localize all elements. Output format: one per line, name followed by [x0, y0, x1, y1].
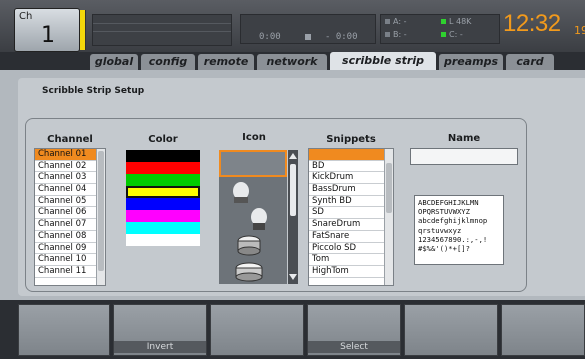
list-item[interactable]: Channel 03 — [35, 172, 105, 185]
invert-button[interactable]: Invert — [113, 304, 207, 356]
list-item[interactable]: FatSnare — [309, 231, 393, 243]
tab-remote[interactable]: remote — [198, 54, 254, 70]
head-icon[interactable] — [219, 177, 287, 204]
status-a: A: - — [393, 17, 407, 26]
channel-display[interactable]: Ch 1 — [14, 8, 80, 52]
status-b: B: - — [393, 30, 407, 39]
list-item[interactable]: Channel 01 — [35, 149, 105, 161]
select-label: Select — [308, 341, 400, 353]
status-c: C: - — [449, 30, 463, 39]
list-item[interactable]: KickDrum — [309, 172, 393, 185]
channel-number: 1 — [41, 23, 55, 48]
scroll-down-icon — [289, 274, 297, 280]
clock-seconds: 19 — [574, 24, 585, 37]
color-swatch-2[interactable] — [126, 174, 200, 186]
channel-label: Ch — [19, 11, 33, 22]
softkey-5[interactable] — [404, 304, 498, 356]
list-item[interactable]: Channel 05 — [35, 196, 105, 208]
color-swatch-4[interactable] — [126, 198, 200, 210]
channel-name-display — [92, 14, 232, 46]
list-item[interactable] — [309, 149, 393, 161]
scroll-up-icon — [289, 153, 297, 159]
charset-line: abcdefghijklmnop — [418, 216, 488, 226]
status-a-indicator — [385, 19, 390, 24]
charset-line: ABCDEFGHIJKLMN — [418, 198, 479, 207]
snippets-scrollbar[interactable] — [384, 149, 393, 285]
list-item[interactable]: HighTom — [309, 266, 393, 278]
scroll-thumb — [290, 164, 296, 216]
blank-icon[interactable] — [219, 150, 287, 177]
list-item[interactable]: Channel 08 — [35, 231, 105, 243]
color-list[interactable] — [126, 150, 200, 246]
page-title: Scribble Strip Setup — [42, 86, 145, 96]
transport-panel: 0:00 - 0:00 — [240, 14, 376, 44]
scroll-thumb[interactable] — [98, 151, 104, 271]
tab-card[interactable]: card — [506, 54, 554, 70]
color-swatch-0[interactable] — [126, 150, 200, 162]
icon-header: Icon — [242, 132, 266, 143]
list-item[interactable]: BD — [309, 161, 393, 173]
channel-header: Channel — [47, 134, 93, 145]
color-swatch-6[interactable] — [126, 222, 200, 234]
character-set: ABCDEFGHIJKLMN OPQRSTUVWXYZ abcdefghijkl… — [414, 195, 504, 265]
list-item[interactable]: BassDrum — [309, 184, 393, 196]
tab-preamps[interactable]: preamps — [439, 54, 503, 70]
list-item[interactable]: Channel 07 — [35, 219, 105, 231]
color-swatch-1[interactable] — [126, 162, 200, 174]
list-item[interactable]: Channel 02 — [35, 161, 105, 173]
name-input[interactable] — [410, 148, 518, 165]
list-item[interactable]: Tom — [309, 254, 393, 266]
status-l: L 48K — [449, 17, 472, 26]
channel-color-strip — [80, 10, 86, 50]
status-c-indicator — [441, 32, 446, 37]
list-item[interactable]: Synth BD — [309, 196, 393, 208]
stop-icon[interactable] — [305, 34, 311, 40]
snippets-header: Snippets — [326, 134, 376, 145]
drum-icon[interactable] — [219, 231, 287, 258]
snare-icon[interactable] — [219, 258, 287, 284]
invert-label: Invert — [114, 341, 206, 353]
list-item[interactable]: SD — [309, 207, 393, 220]
status-panel: A: - B: - L 48K C: - — [380, 14, 500, 44]
charset-line: 1234567890.:,-,! — [418, 234, 488, 244]
clock: 12:32 — [503, 10, 561, 37]
tab-global[interactable]: global — [90, 54, 138, 70]
list-item[interactable]: Channel 06 — [35, 207, 105, 220]
softkey-3[interactable] — [210, 304, 304, 356]
color-header: Color — [148, 134, 178, 145]
select-button[interactable]: Select — [307, 304, 401, 356]
time-elapsed: 0:00 — [259, 32, 281, 42]
snippets-list[interactable]: BD KickDrum BassDrum Synth BD SD SnareDr… — [308, 148, 394, 286]
charset-line: OPQRSTUVWXYZ — [418, 207, 470, 217]
name-header: Name — [447, 133, 481, 144]
charset-line: #$%&'()*+[]? — [418, 244, 470, 254]
list-item[interactable]: SnareDrum — [309, 219, 393, 231]
charset-line: qrstuvwxyz — [418, 225, 462, 235]
softkey-6[interactable] — [501, 304, 585, 356]
list-item[interactable]: Channel 10 — [35, 254, 105, 266]
softkey-1[interactable] — [18, 304, 110, 356]
channel-scrollbar[interactable] — [96, 149, 105, 285]
list-item[interactable]: Piccolo SD — [309, 243, 393, 255]
color-swatch-5[interactable] — [126, 210, 200, 222]
icon-scrollbar[interactable] — [288, 150, 298, 284]
status-b-indicator — [385, 32, 390, 37]
list-item[interactable]: Channel 04 — [35, 184, 105, 196]
color-swatch-7[interactable] — [126, 234, 200, 246]
tab-network[interactable]: network — [257, 54, 327, 70]
time-remaining: - 0:00 — [325, 32, 358, 42]
color-swatch-3[interactable] — [126, 186, 200, 198]
icon-list[interactable] — [219, 150, 287, 284]
channel-list[interactable]: Channel 01 Channel 02 Channel 03 Channel… — [34, 148, 106, 286]
list-item[interactable]: Channel 11 — [35, 266, 105, 278]
tab-scribble-strip[interactable]: scribble strip — [330, 52, 436, 72]
status-l-indicator — [441, 19, 446, 24]
head-right-icon[interactable] — [219, 204, 287, 231]
scroll-thumb[interactable] — [386, 163, 392, 213]
tab-config[interactable]: config — [141, 54, 195, 70]
list-item[interactable]: Channel 09 — [35, 243, 105, 255]
